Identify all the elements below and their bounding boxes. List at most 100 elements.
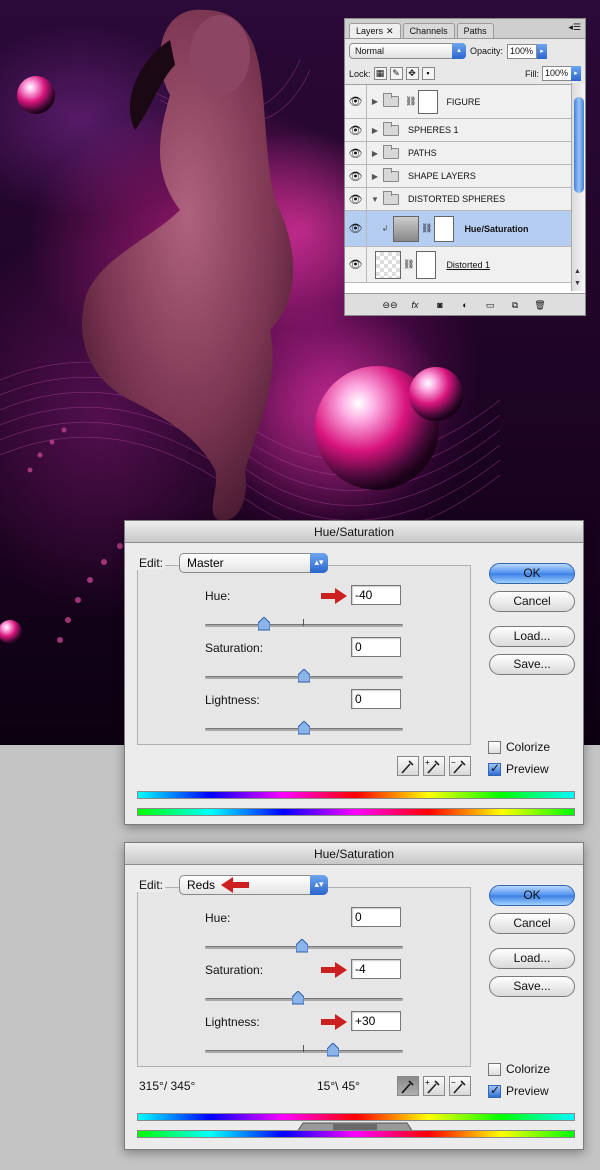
lock-transparent-icon[interactable]: ▦ (373, 67, 387, 80)
fill-arrow-icon[interactable]: ▸ (571, 66, 581, 81)
tab-channels-label: Channels (409, 26, 448, 36)
eyedropper-subtract-icon[interactable]: − (449, 756, 471, 776)
lock-all-icon[interactable]: ▪ (421, 67, 435, 80)
blend-row: Normal ▴ Opacity: 100% ▸ (345, 39, 585, 63)
load-button[interactable]: Load... (489, 626, 575, 647)
edit-channel-select[interactable]: Master ▴▾ (179, 553, 328, 573)
save-button[interactable]: Save... (489, 654, 575, 675)
layer-row-distorted-1[interactable]: 👁 ⛓ Distorted 1 (345, 247, 573, 283)
hue-field[interactable]: -40 (351, 585, 401, 605)
layer-row-spheres-1[interactable]: 👁 ▶ SPHERES 1 (345, 119, 573, 142)
layer-row-distorted-spheres[interactable]: 👁 ▼ DISTORTED SPHERES (345, 188, 573, 211)
hue-slider-thumb[interactable] (258, 617, 270, 631)
ok-button[interactable]: OK (489, 885, 575, 906)
layer-row-paths[interactable]: 👁 ▶ PATHS (345, 142, 573, 165)
edit-label: Edit: (137, 556, 166, 570)
close-tab-icon[interactable]: ✕ (386, 26, 394, 36)
layers-scrollbar[interactable]: ▲ ▼ (571, 83, 585, 291)
colorize-checkbox-row[interactable]: Colorize (488, 740, 550, 754)
hue-saturation-dialog-master: Hue/Saturation Edit: Master ▴▾ Hue: -40 … (124, 520, 584, 825)
eye-icon[interactable]: 👁 (345, 247, 367, 282)
expand-triangle-icon[interactable]: ▶ (367, 149, 383, 158)
saturation-field[interactable]: -4 (351, 959, 401, 979)
panel-tabbar: Layers ✕ Channels Paths ◂☰ (345, 19, 585, 39)
saturation-slider-track[interactable] (205, 998, 403, 1001)
edit-label: Edit: (137, 878, 166, 892)
new-group-icon[interactable]: ▭ (481, 298, 499, 312)
eye-icon[interactable]: 👁 (345, 188, 367, 210)
colorize-checkbox[interactable] (488, 740, 501, 754)
trash-icon[interactable]: 🗑 (531, 298, 549, 312)
saturation-field[interactable]: 0 (351, 637, 401, 657)
eyedropper-icon[interactable] (397, 756, 419, 776)
preview-checkbox[interactable] (488, 1083, 501, 1098)
tab-layers[interactable]: Layers ✕ (349, 23, 401, 38)
eye-icon[interactable]: 👁 (345, 85, 367, 118)
eyedropper-subtract-icon[interactable]: − (449, 1076, 471, 1096)
lock-image-icon[interactable]: ✎ (389, 67, 403, 80)
layer-row-figure[interactable]: 👁 ▶ ⛓ FIGURE (345, 85, 573, 119)
scroll-up-icon[interactable]: ▲ (574, 268, 581, 275)
hue-field[interactable]: 0 (351, 907, 401, 927)
preview-checkbox-row[interactable]: Preview (488, 1083, 549, 1098)
tab-channels[interactable]: Channels (402, 23, 455, 38)
eye-icon[interactable]: 👁 (345, 211, 367, 246)
fill-field[interactable]: 100% (542, 66, 572, 81)
colorize-checkbox[interactable] (488, 1062, 501, 1076)
layer-mask-thumbnail (418, 89, 439, 114)
hue-slider-thumb[interactable] (296, 939, 308, 953)
slider-center-tick (303, 1045, 304, 1052)
lightness-slider-thumb[interactable] (327, 1043, 339, 1057)
tab-paths[interactable]: Paths (456, 23, 494, 38)
adjustment-thumbnail (393, 215, 419, 242)
scroll-thumb[interactable] (574, 97, 584, 193)
eyedropper-add-icon[interactable]: + (423, 1076, 445, 1096)
hue-slider-track[interactable] (205, 624, 403, 627)
blend-mode-select[interactable]: Normal ▴ (349, 43, 466, 59)
load-button[interactable]: Load... (489, 948, 575, 969)
layer-row-hue-saturation[interactable]: 👁 ↲ ⛓ Hue/Saturation (345, 211, 573, 247)
red-arrow-icon (321, 588, 347, 604)
opacity-arrow-icon[interactable]: ▸ (537, 43, 548, 59)
layer-name: SPHERES 1 (408, 125, 459, 135)
eye-icon[interactable]: 👁 (345, 142, 367, 164)
lightness-field[interactable]: +30 (351, 1011, 401, 1031)
preview-checkbox[interactable] (488, 761, 501, 776)
panel-menu-icon[interactable]: ◂☰ (568, 22, 581, 33)
saturation-slider-thumb[interactable] (298, 669, 310, 683)
svg-text:−: − (451, 1078, 456, 1087)
cancel-button[interactable]: Cancel (489, 913, 575, 934)
scroll-down-icon[interactable]: ▼ (574, 280, 581, 287)
lock-position-icon[interactable]: ✥ (405, 67, 419, 80)
colorize-checkbox-row[interactable]: Colorize (488, 1062, 550, 1076)
color-spectrum-bottom (137, 808, 575, 816)
slider-center-tick (303, 619, 304, 626)
lightness-field[interactable]: 0 (351, 689, 401, 709)
edit-channel-select[interactable]: Reds ▴▾ (179, 875, 328, 895)
lightness-slider-thumb[interactable] (298, 721, 310, 735)
eyedropper-add-icon[interactable]: + (423, 756, 445, 776)
preview-checkbox-row[interactable]: Preview (488, 761, 549, 776)
expand-triangle-icon[interactable]: ▶ (367, 172, 383, 181)
eye-icon[interactable]: 👁 (345, 119, 367, 141)
collapse-triangle-icon[interactable]: ▼ (367, 195, 383, 204)
eye-icon[interactable]: 👁 (345, 165, 367, 187)
adjustment-icon[interactable]: ◐ (456, 298, 474, 312)
layer-mask-thumbnail (434, 215, 455, 242)
link-icon[interactable]: ⊖⊖ (381, 298, 399, 312)
color-spectrum-top (137, 1113, 575, 1121)
ok-button[interactable]: OK (489, 563, 575, 584)
expand-triangle-icon[interactable]: ▶ (367, 97, 383, 106)
mask-icon[interactable]: ◙ (431, 298, 449, 312)
folder-icon (383, 93, 399, 107)
eyedropper-icon[interactable] (397, 1076, 419, 1096)
lightness-slider-track[interactable] (205, 1050, 403, 1053)
save-button[interactable]: Save... (489, 976, 575, 997)
saturation-slider-thumb[interactable] (292, 991, 304, 1005)
cancel-button[interactable]: Cancel (489, 591, 575, 612)
opacity-field[interactable]: 100% (507, 43, 538, 59)
new-layer-icon[interactable]: ⧉ (506, 298, 524, 312)
expand-triangle-icon[interactable]: ▶ (367, 126, 383, 135)
fx-icon[interactable]: fx (406, 298, 424, 312)
layer-row-shape-layers[interactable]: 👁 ▶ SHAPE LAYERS (345, 165, 573, 188)
